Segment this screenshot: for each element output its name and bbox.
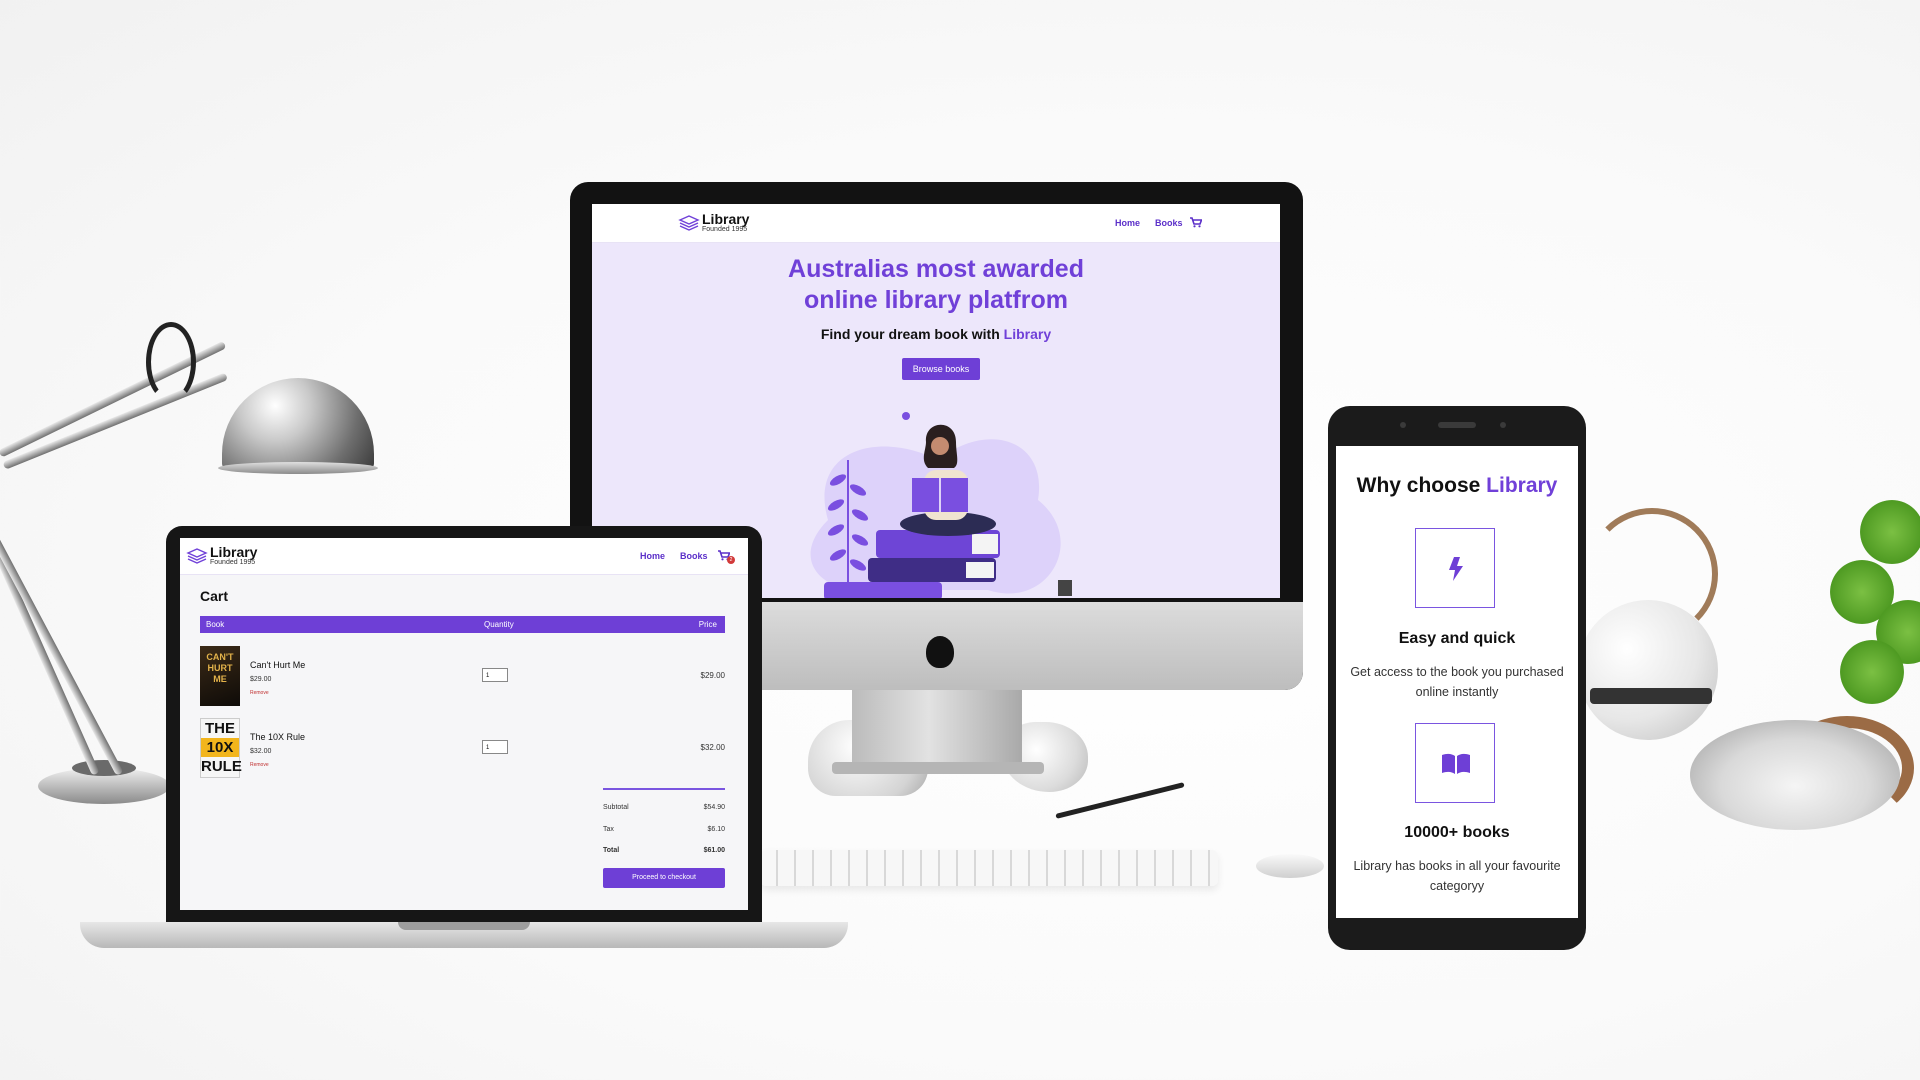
remove-link[interactable]: Remove [250,762,269,768]
desktop-logo-title: Library [702,211,750,227]
lightning-icon [1449,557,1463,581]
feature-icon-box [1415,528,1495,608]
cart-icon[interactable] [1190,217,1202,228]
desktop-nav-books[interactable]: Books [1155,218,1183,228]
phone-speaker [1438,422,1476,428]
laptop-navbar: Library Founded 1995 Home Books 2 [180,538,748,575]
total-label: Total [603,847,620,854]
lamp-shade-rim [218,462,378,474]
teapot-band [1590,688,1712,704]
cart-item-title: Can't Hurt Me [250,660,306,670]
desktop-logo[interactable]: Library Founded 1995 [678,210,758,236]
feature-title: Easy and quick [1398,630,1516,647]
book-cover-10x-rule: THE 10X RULE [200,718,242,778]
plant-leaves-4 [1840,640,1904,704]
imac-stand [852,690,1022,766]
pencil [1055,782,1185,819]
cart-badge: 2 [727,556,735,564]
feature-title: 10000+ books [1404,824,1510,841]
tax-label: Tax [603,826,614,833]
book-cover-cant-hurt-me: CAN'T HURT ME [200,646,240,706]
cart-title: Cart [200,588,229,604]
browse-books-button[interactable]: Browse books [902,358,980,380]
cover-line-1: THE [205,720,235,737]
why-choose-heading: Why choose Library [1336,474,1578,498]
cover-text: CAN'T HURT ME [206,652,234,684]
laptop-logo[interactable]: Library Founded 1995 [186,543,276,569]
lamp-shade [222,378,374,470]
why-choose-brand: Library [1486,474,1558,497]
teapot [1578,600,1718,740]
cart-item-price: $32.00 [250,748,272,755]
library-logo-icon [678,215,700,231]
hero-subtitle: Find your dream book with Library [592,326,1280,342]
subtotal-label: Subtotal [603,804,629,811]
subtotal-value: $54.90 [703,804,725,811]
laptop-notch [398,922,530,930]
desktop-navbar: Library Founded 1995 Home Books [592,204,1280,243]
library-logo-icon [186,548,208,564]
feature-description: Get access to the book you purchased onl… [1350,665,1564,699]
reading-woman-illustration [810,412,1072,598]
laptop-nav-home[interactable]: Home [640,551,665,561]
hero-title-line1: Australias most awarded [788,255,1084,283]
quantity-input[interactable]: 1 [482,740,508,754]
total-value: $61.00 [703,847,725,854]
phone-camera [1400,422,1406,428]
cart-table-header: Book Quantity Price [200,616,725,633]
apple-logo-icon [926,636,954,668]
laptop-logo-tagline: Founded 1995 [210,559,256,566]
mouse [1256,854,1324,878]
phone-features-page: Why choose Library Easy and quick Get ac… [1336,446,1578,918]
cart-item-title: The 10X Rule [250,732,306,742]
cart-item-price: $29.00 [250,676,272,683]
phone-sensor [1500,422,1506,428]
lamp-arm-upper-2 [2,372,229,470]
headphones [1690,720,1900,830]
cart-item-line-total: $29.00 [700,671,725,680]
cover-line-3: RULE [201,758,242,775]
remove-link[interactable]: Remove [250,690,269,696]
laptop-cart-page: Library Founded 1995 Home Books 2 Cart B… [180,538,748,910]
col-quantity: Quantity [484,620,514,629]
lamp-spring [146,322,196,402]
hero-title-line2: online library platfrom [804,286,1068,314]
hero-subtitle-brand: Library [1003,326,1052,342]
imac-stand-foot [832,762,1044,774]
hero-subtitle-prefix: Find your dream book with [820,326,1004,342]
cart-summary: Subtotal $54.90 Tax $6.10 Total $61.00 P… [603,788,725,898]
desktop-logo-tagline: Founded 1995 [702,226,748,233]
laptop-nav-books[interactable]: Books [680,551,708,561]
summary-divider [603,788,725,790]
book-icon [1442,753,1470,774]
lamp-arm-lower-2 [0,480,124,776]
cart-item-line-total: $32.00 [700,743,725,752]
why-choose-prefix: Why choose [1356,474,1487,497]
tax-value: $6.10 [707,826,725,833]
col-book: Book [206,620,225,629]
feature-description: Library has books in all your favourite … [1353,859,1561,893]
keyboard [760,850,1218,886]
laptop-logo-title: Library [210,544,258,560]
table-row: THE 10X RULE The 10X Rule $32.00 Remove … [200,718,725,780]
cover-line-2: 10X [201,738,239,757]
desktop-nav-home[interactable]: Home [1115,218,1140,228]
col-price: Price [698,620,717,629]
plant-leaves-1 [1860,500,1920,564]
lamp-arm-lower [0,480,100,776]
feature-icon-box [1415,723,1495,803]
quantity-input[interactable]: 1 [482,668,508,682]
table-row: CAN'T HURT ME Can't Hurt Me $29.00 Remov… [200,646,725,708]
proceed-to-checkout-button[interactable]: Proceed to checkout [603,868,725,888]
lamp-base-top [72,760,136,776]
